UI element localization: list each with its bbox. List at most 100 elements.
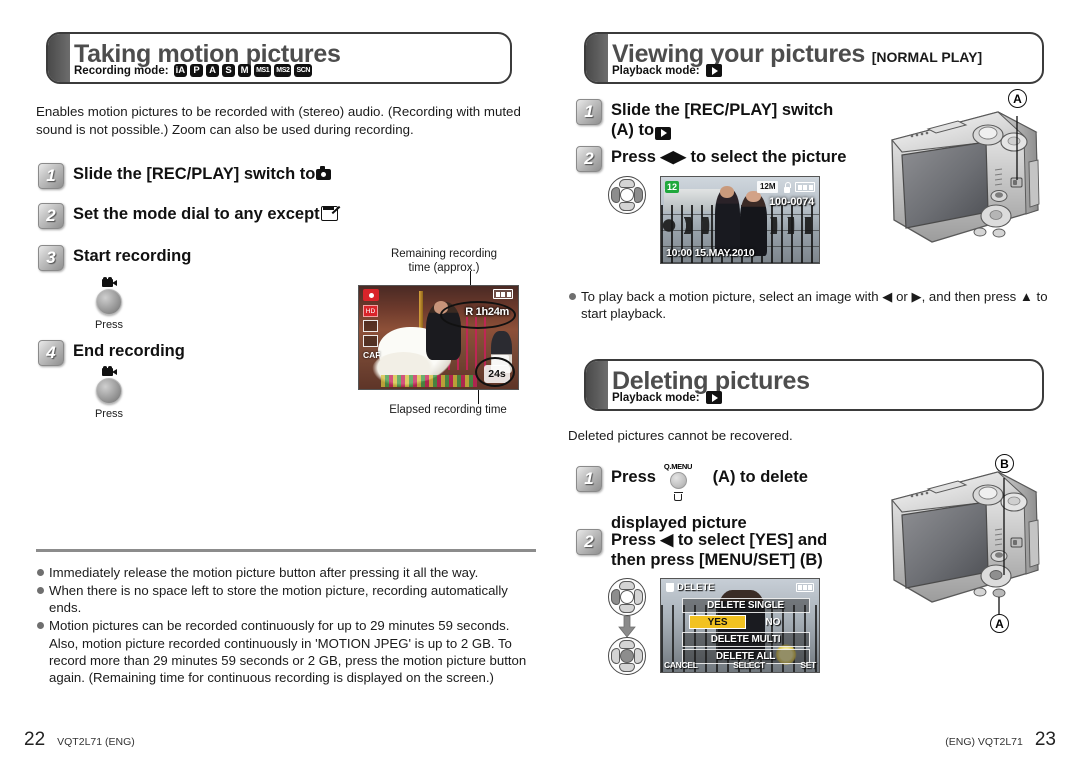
play-icon [705,64,722,77]
step-4-end-recording: 4 End recording [38,340,185,366]
step-1-deleting-text: Press (A) to delete displayed picture [611,466,808,533]
left-page: Taking motion pictures Recording mode: i… [0,0,556,761]
dpad-down[interactable] [619,202,635,211]
down-arrow-icon [618,615,636,638]
step-1-slide-recplay-play: 1 Slide the [REC/PLAY] switch (A) to [576,99,833,140]
playback-mode-label-deleting: Playback mode: [612,391,700,404]
step-2-mode-dial: 2 Set the mode dial to any except [38,203,339,229]
step-2-viewing-label: Press ◀▶ to select the picture [611,148,847,166]
camera-illustration-rear-b: B A [886,452,1061,633]
viewing-notes-list: To play back a motion picture, select an… [568,288,1048,323]
step-number-2: 2 [38,203,64,229]
step-number-2-deleting: 2 [576,529,602,555]
step-1-deleting-rest: (A) to delete [712,468,808,486]
trash-icon [673,491,683,501]
footer-cancel-label: CANCEL [664,660,698,670]
yes-no-row: YES NO [689,615,800,629]
step-1-label: Slide the [REC/PLAY] switch to [73,165,316,183]
note-item: When there is no space left to store the… [36,582,536,616]
delete-menu-title: DELETE [666,582,714,593]
left-page-number: 22 [24,729,46,750]
cursor-pad-set[interactable] [608,637,646,675]
dpad-up[interactable] [619,179,635,188]
step-4-label: End recording [73,342,185,360]
yes-button[interactable]: YES [689,615,746,629]
movie-camera-icon [101,277,117,287]
right-page-footer: (ENG) VQT2L71 23 [945,729,1056,751]
left-notes-list: Immediately release the motion picture b… [36,564,536,687]
dpad-up-set[interactable] [619,640,635,649]
banner-accent-bar [48,34,70,82]
motion-picture-button-end[interactable] [96,378,122,404]
deleting-intro-paragraph: Deleted pictures cannot be recovered. [568,428,793,443]
resolution-badge: 12M [757,181,778,193]
qmenu-label: Q.MENU [663,462,693,471]
dpad-center[interactable] [620,188,634,202]
movie-button-illustration-start: Press [77,277,141,331]
callout-a-deleting: A [990,614,1009,633]
play-icon-step [655,126,672,140]
recording-mode-row: Recording mode: iA P A S M MS1 MS2 SCN [74,64,313,77]
menu-item-delete-multi[interactable]: DELETE MULTI [681,632,810,647]
step-2-select-yes: 2 Press ◀ to select [YES] and then press… [576,529,827,570]
step-number-3: 3 [38,245,64,271]
step-1-slide-recplay: 1 Slide the [REC/PLAY] switch to [38,163,332,189]
right-page: Viewing your pictures [NORMAL PLAY] Play… [556,0,1080,761]
delete-menu-screen-preview: DELETE DELETE SINGLE YES NO DELETE MULTI… [660,578,820,673]
file-number-value: 100-0074 [769,196,814,208]
rec-indicator-icon [363,289,379,301]
step-number-1-viewing: 1 [576,99,602,125]
mode-chip-ms1: MS1 [254,64,272,77]
step-1-viewing-line2: (A) to [611,121,655,140]
playback-osd-top-right: 12M [757,181,815,193]
step-2-select-picture: 2 Press ◀▶ to select the picture [576,146,846,172]
mode-chip-ms2: MS2 [274,64,292,77]
deleting-pictures-banner: Deleting pictures Playback mode: [584,359,1044,411]
playback-screen-preview: 12 12M 100-0074 10:00 15.MAY.2010 [660,176,820,264]
callout-b-deleting: B [995,454,1014,473]
cursor-pad-left-right[interactable] [608,176,646,214]
elapsed-time-highlight-ellipse [475,357,515,387]
dpad-down-set[interactable] [619,663,635,672]
banner-accent-bar-viewing [586,34,608,82]
viewing-title-suffix: [NORMAL PLAY] [871,49,983,65]
right-page-number: 23 [1034,729,1056,750]
step-2-deleting-line1: Press ◀ to select [YES] and [611,531,828,549]
step-2-label: Set the mode dial to any except [73,205,320,223]
step-number-2-viewing: 2 [576,146,602,172]
step-2-deleting-text: Press ◀ to select [YES] and then press [… [611,529,827,570]
remaining-time-caption: Remaining recording time (approx.) [370,248,518,276]
qmenu-button-illustration: Q.MENU [650,462,706,501]
menu-set-button[interactable] [620,649,634,663]
dpad-left[interactable] [611,187,620,203]
remaining-time-highlight-ellipse [440,301,516,329]
clipboard-mode-icon [320,206,338,221]
step-number-1-deleting: 1 [576,466,602,492]
elapsed-caption-leader [478,390,480,404]
step-3-start-recording: 3 Start recording [38,245,191,271]
recording-osd-left-icons: HD CAF [363,305,380,360]
dpad-right[interactable] [634,187,643,203]
dpad-left-set[interactable] [611,648,620,664]
motion-picture-button[interactable] [96,289,122,315]
dpad-down-delete[interactable] [619,604,635,613]
cursor-pad-left-select[interactable] [608,578,646,616]
dpad-center-delete[interactable] [620,590,634,604]
hd-quality-icon: HD [363,305,378,317]
viewing-pictures-banner: Viewing your pictures [NORMAL PLAY] Play… [584,32,1044,84]
dpad-left-delete[interactable] [611,589,620,605]
no-button[interactable]: NO [746,615,800,629]
dpad-right-set[interactable] [634,648,643,664]
note-item: To play back a motion picture, select an… [568,288,1048,322]
remaining-caption-line2: time (approx.) [408,261,480,274]
movie-button-illustration-end: Press [77,366,141,420]
menu-item-delete-single[interactable]: DELETE SINGLE [681,598,810,613]
dpad-up-delete[interactable] [619,581,635,590]
mode-chip-p: P [190,64,204,77]
print-lock-icon [782,181,791,193]
qmenu-delete-button[interactable] [669,472,687,489]
recording-screen-preview: HD CAF R 1h24m 24s [358,285,519,390]
capture-datetime-value: 10:00 15.MAY.2010 [666,247,755,259]
dpad-right-delete[interactable] [634,589,643,605]
playback-mode-row-viewing: Playback mode: [612,64,723,77]
